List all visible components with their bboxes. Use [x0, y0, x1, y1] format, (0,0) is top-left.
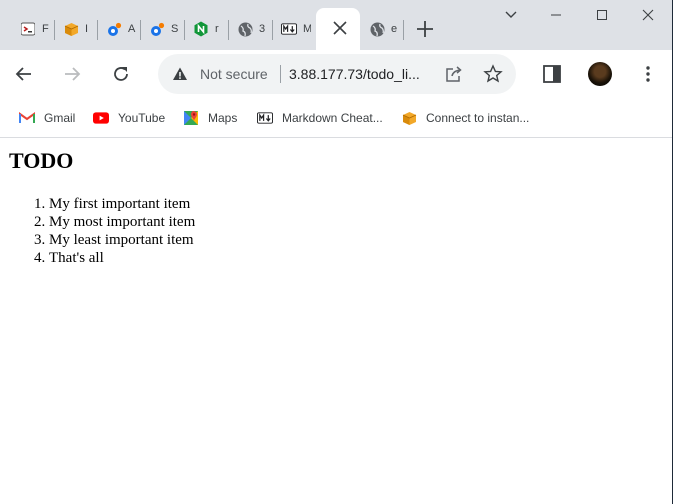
browser-window: F I A S r 3 M e Not secure 3.88.177.73/t…	[0, 0, 672, 504]
share-button[interactable]	[442, 62, 466, 86]
bookmark-youtube[interactable]: YouTube	[93, 109, 165, 127]
todo-list: My first important item My most importan…	[49, 195, 195, 267]
tab-2[interactable]: I	[55, 8, 97, 50]
menu-button[interactable]	[636, 62, 660, 86]
close-window-button[interactable]	[638, 6, 658, 24]
markdown-icon	[281, 21, 297, 37]
gmail-icon	[19, 110, 35, 126]
tab-6[interactable]: 3	[229, 8, 272, 50]
bookmarks-bar: Gmail YouTube Maps Markdown Cheat... Con…	[0, 98, 672, 138]
warning-icon[interactable]	[172, 66, 188, 82]
side-panel-icon	[543, 65, 561, 83]
bookmark-star-button[interactable]	[481, 62, 505, 86]
address-bar[interactable]: Not secure 3.88.177.73/todo_li...	[158, 54, 516, 94]
reload-icon	[114, 67, 128, 81]
tab-title: M	[303, 23, 311, 35]
nginx-icon	[193, 21, 209, 37]
profile-avatar[interactable]	[588, 62, 612, 86]
side-panel-button[interactable]	[540, 62, 564, 86]
tab-9[interactable]: e	[361, 8, 403, 50]
bookmark-gmail[interactable]: Gmail	[19, 109, 75, 127]
maximize-button[interactable]	[592, 6, 612, 24]
minimize-button[interactable]	[546, 6, 566, 24]
bookmark-connect[interactable]: Connect to instan...	[401, 109, 529, 127]
tab-3[interactable]: A	[98, 8, 140, 50]
bookmark-label: Connect to instan...	[426, 111, 530, 125]
url-text[interactable]: 3.88.177.73/todo_li...	[289, 66, 429, 82]
more-vert-icon	[646, 66, 650, 82]
terminal-icon	[20, 21, 36, 37]
close-icon[interactable]	[332, 20, 348, 36]
tab-title: S	[171, 23, 179, 35]
app-icon	[106, 21, 122, 37]
chevron-down-icon	[505, 11, 517, 18]
bookmark-markdown[interactable]: Markdown Cheat...	[257, 109, 383, 127]
page-content: TODO My first important item My most imp…	[0, 139, 672, 504]
list-item: My first important item	[49, 195, 195, 213]
globe-icon	[237, 21, 253, 37]
plus-icon	[417, 21, 433, 37]
list-item: That's all	[49, 249, 195, 267]
list-item: My most important item	[49, 213, 195, 231]
share-icon	[446, 66, 462, 82]
reload-button[interactable]	[109, 62, 133, 86]
security-status[interactable]: Not secure	[200, 66, 268, 82]
tab-separator	[403, 20, 404, 40]
arrow-right-icon	[65, 67, 81, 81]
app-icon	[149, 21, 165, 37]
markdown-icon	[257, 110, 273, 126]
bookmark-maps[interactable]: Maps	[183, 109, 237, 127]
back-button[interactable]	[12, 62, 36, 86]
close-icon	[642, 9, 654, 21]
tab-4[interactable]: S	[141, 8, 184, 50]
bookmark-label: Markdown Cheat...	[282, 111, 383, 125]
maximize-icon	[597, 10, 607, 20]
globe-icon	[369, 21, 385, 37]
tab-title: e	[391, 23, 398, 35]
tab-title: I	[85, 23, 89, 35]
star-icon	[483, 64, 503, 83]
tab-search-button[interactable]	[501, 6, 521, 24]
tab-title: 3	[259, 23, 266, 35]
tab-7[interactable]: M	[273, 8, 316, 50]
bookmark-label: YouTube	[118, 111, 166, 125]
tab-title: F	[42, 23, 49, 35]
aws-box-icon	[63, 21, 79, 37]
maps-icon	[183, 110, 199, 126]
tab-1[interactable]: F	[12, 8, 54, 50]
arrow-left-icon	[15, 67, 31, 81]
youtube-icon	[93, 110, 109, 126]
minimize-icon	[551, 14, 561, 16]
tab-strip: F I A S r 3 M e	[0, 0, 672, 50]
tab-title: r	[215, 23, 219, 35]
list-item: My least important item	[49, 231, 195, 249]
bookmark-label: Maps	[208, 111, 238, 125]
toolbar: Not secure 3.88.177.73/todo_li...	[0, 50, 672, 98]
tab-active[interactable]	[316, 8, 360, 50]
page-title: TODO	[9, 148, 74, 173]
aws-box-icon	[401, 110, 417, 126]
omnibox-divider	[280, 65, 281, 83]
bookmark-label: Gmail	[44, 111, 76, 125]
tab-5[interactable]: r	[185, 8, 228, 50]
new-tab-button[interactable]	[414, 18, 436, 40]
tab-title: A	[128, 23, 136, 35]
forward-button[interactable]	[60, 62, 84, 86]
